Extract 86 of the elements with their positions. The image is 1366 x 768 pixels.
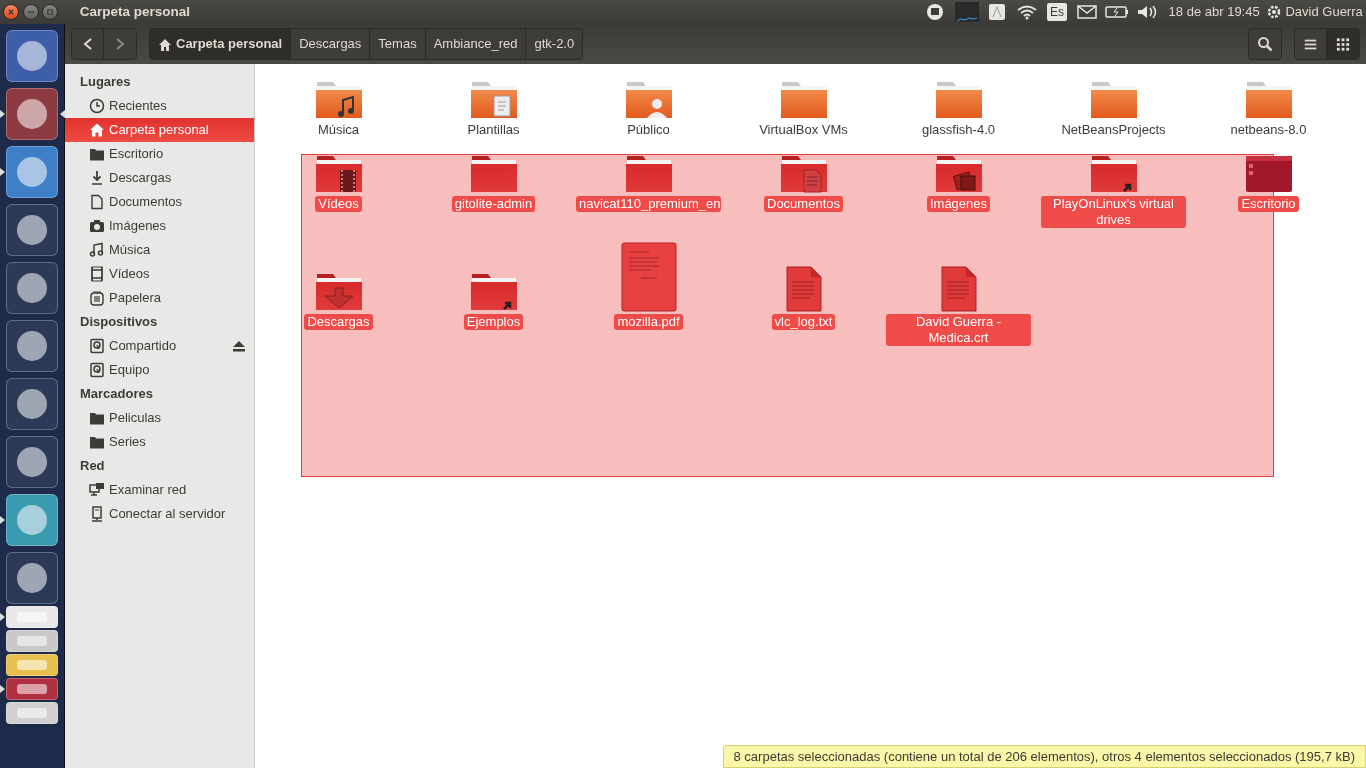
trash-icon	[89, 290, 105, 306]
folder-icon	[89, 434, 105, 450]
file-name[interactable]: navicat110_premium_en	[576, 196, 721, 212]
sidebar-item[interactable]: Equipo	[65, 358, 254, 382]
file-name[interactable]: Público	[624, 122, 673, 138]
minimize-button[interactable]	[22, 4, 39, 20]
sidebar-item[interactable]: Conectar al servidor	[65, 502, 254, 526]
path-button[interactable]: Temas	[370, 29, 426, 59]
sidebar-item[interactable]: Papelera	[65, 286, 254, 310]
file-name[interactable]: Imágenes	[926, 196, 991, 212]
path-button[interactable]: Carpeta personal	[150, 29, 292, 59]
launcher-app-icon[interactable]	[6, 204, 58, 256]
gear-icon[interactable]	[1266, 4, 1283, 20]
file-name[interactable]: NetBeansProjects	[1058, 122, 1169, 138]
sidebar-item[interactable]: Compartido	[65, 334, 254, 358]
section-heading: Dispositivos	[79, 313, 159, 331]
sidebar-item[interactable]: Descargas	[65, 166, 254, 190]
path-button[interactable]: gtk-2.0	[526, 29, 583, 59]
file-name[interactable]: David Guerra - Medica.crt	[886, 314, 1031, 346]
status-bar: 8 carpetas seleccionadas (contiene un total de 206 elementos), otros 4 elementos seleccionados (195,7 kB)	[722, 744, 1366, 768]
server-icon	[89, 506, 105, 522]
pdf-document-icon[interactable]	[620, 242, 677, 312]
grid-view-button[interactable]	[1327, 29, 1359, 59]
file-name[interactable]: PlayOnLinux's virtual drives	[1041, 196, 1186, 228]
close-button[interactable]	[3, 4, 20, 20]
system-monitor-icon[interactable]	[955, 2, 980, 22]
music-note-icon	[89, 242, 105, 258]
download-icon	[89, 170, 105, 186]
file-name[interactable]: gitolite-admin	[451, 196, 536, 212]
file-name[interactable]: Vídeos	[315, 196, 362, 212]
drive-icon	[89, 338, 105, 354]
file-name[interactable]: Plantillas	[464, 122, 523, 138]
grid-icon	[1335, 35, 1351, 53]
sidebar-item[interactable]: Recientes	[65, 94, 254, 118]
sidebar-item[interactable]: Carpeta personal	[65, 118, 254, 142]
sidebar-item[interactable]: Series	[65, 430, 254, 454]
folder-icon	[89, 146, 105, 162]
window-title: Carpeta personal	[79, 2, 191, 21]
launcher-app-icon[interactable]	[6, 262, 58, 314]
film-icon	[89, 266, 105, 282]
file-name[interactable]: Escritorio	[1238, 196, 1299, 212]
launcher-app-icon[interactable]	[6, 30, 58, 82]
file-name[interactable]: Documentos	[764, 196, 843, 212]
launcher-app-icon[interactable]	[6, 320, 58, 372]
document-icon	[89, 194, 105, 210]
section-heading: Red	[79, 457, 106, 475]
file-name[interactable]: mozilla.pdf	[614, 314, 683, 330]
keyboard-layout-indicator[interactable]: Es	[1047, 3, 1068, 21]
user-name[interactable]: David Guerra	[1285, 2, 1363, 22]
desktop-icon[interactable]	[1244, 154, 1293, 194]
folder-icon	[89, 410, 105, 426]
file-name[interactable]: vlc_log.txt	[771, 314, 836, 330]
section-heading: Lugares	[79, 73, 132, 91]
drive-icon	[89, 362, 105, 378]
sidebar-item[interactable]: Examinar red	[65, 478, 254, 502]
sidebar-item[interactable]: Peliculas	[65, 406, 254, 430]
file-name[interactable]: netbeans-8.0	[1227, 122, 1310, 138]
text-document-icon[interactable]	[939, 266, 978, 312]
file-name[interactable]: Descargas	[304, 314, 373, 330]
sidebar-item[interactable]: Imágenes	[65, 214, 254, 238]
launcher-app-icon[interactable]	[6, 88, 58, 140]
sidebar-item[interactable]: Documentos	[65, 190, 254, 214]
sidebar-item[interactable]: Vídeos	[65, 262, 254, 286]
file-name[interactable]: Música	[314, 122, 363, 138]
maximize-button[interactable]	[41, 4, 58, 20]
network-icon	[89, 482, 105, 498]
sidebar-item[interactable]: Escritorio	[65, 142, 254, 166]
path-button[interactable]: Ambiance_red	[425, 29, 527, 59]
file-name[interactable]: VirtualBox VMs	[756, 122, 851, 138]
launcher-app-icon[interactable]	[6, 678, 58, 700]
launcher-app-icon[interactable]	[6, 378, 58, 430]
file-name[interactable]: glassfish-4.0	[919, 122, 998, 138]
clock-icon	[89, 98, 105, 114]
sidebar-item[interactable]: Música	[65, 238, 254, 262]
path-button[interactable]: Descargas	[291, 29, 371, 59]
home-icon	[89, 122, 105, 138]
text-document-icon[interactable]	[784, 266, 823, 312]
mail-icon[interactable]	[1075, 2, 1100, 22]
file-name[interactable]: Ejemplos	[463, 314, 524, 330]
clock[interactable]: 18 de abr 19:45	[1168, 2, 1260, 22]
section-heading: Marcadores	[79, 385, 154, 403]
camera-icon	[89, 218, 105, 234]
launcher-app-icon[interactable]	[6, 436, 58, 488]
launcher-app-icon[interactable]	[6, 552, 58, 604]
search-icon	[1257, 36, 1273, 52]
eject-icon[interactable]	[232, 340, 246, 352]
